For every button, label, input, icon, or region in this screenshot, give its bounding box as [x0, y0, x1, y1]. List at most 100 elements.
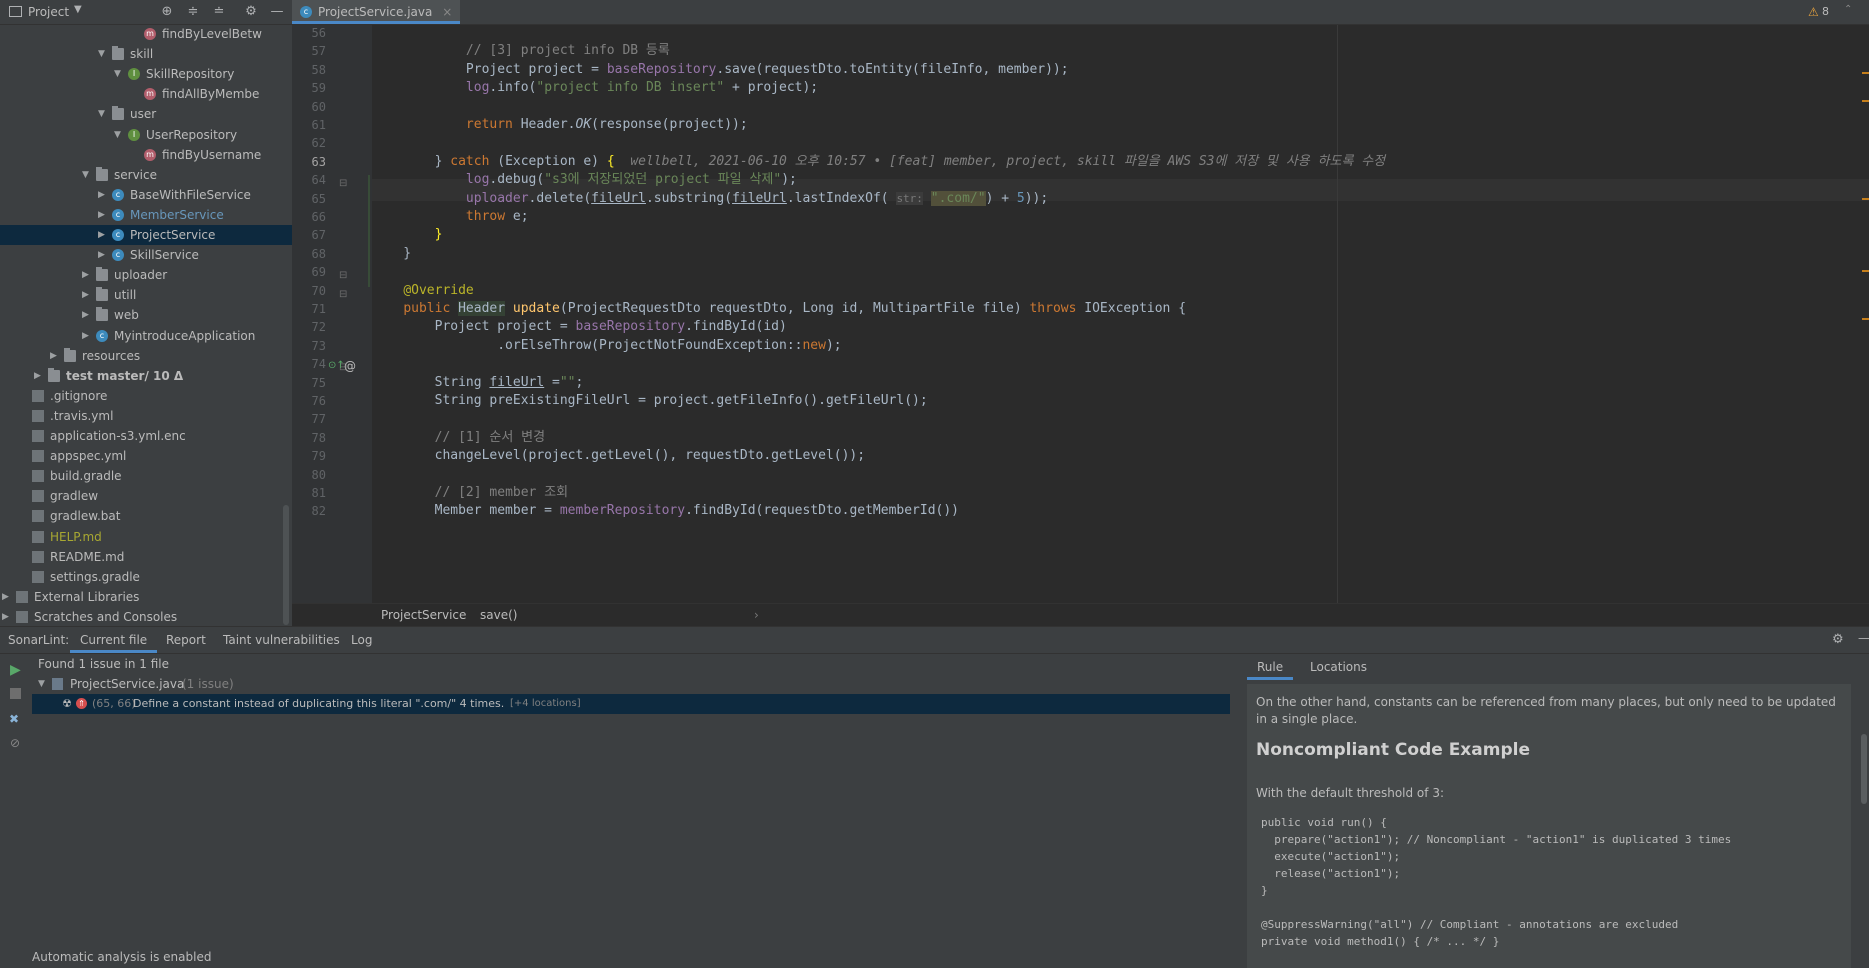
tab-log[interactable]: Log [351, 627, 372, 653]
tree-item[interactable]: ▼ skill [0, 44, 292, 64]
fold-icon[interactable]: ⊟ [339, 178, 347, 189]
gear-icon[interactable]: ⚙ [1832, 632, 1844, 647]
code-line[interactable]: .orElseThrow(ProjectNotFoundException::n… [372, 335, 841, 357]
tree-item-label: user [130, 107, 157, 122]
chevron-right-icon[interactable]: ▶ [98, 245, 108, 265]
chevron-right-icon[interactable]: ▶ [82, 326, 92, 346]
tree-item[interactable]: ▶ c ProjectService [0, 225, 292, 245]
code-line[interactable]: Member member = memberRepository.findByI… [372, 500, 959, 522]
chevron-down-icon[interactable]: ▼ [98, 104, 108, 124]
chevron-right-icon[interactable]: ▶ [82, 305, 92, 325]
fold-icon[interactable]: ⊟ [339, 270, 347, 281]
override-icon[interactable]: ⊙↑ [328, 360, 345, 371]
breadcrumb-item-class[interactable]: ProjectService [381, 608, 466, 622]
issue-extra-locations[interactable]: [+4 locations] [510, 694, 581, 714]
tree-item[interactable]: ▼ user [0, 104, 292, 124]
chevron-down-icon[interactable]: ▼ [114, 64, 124, 84]
project-scrollbar[interactable] [283, 505, 289, 625]
tree-item[interactable]: gradlew [0, 486, 292, 506]
tree-item[interactable]: ▶ utill [0, 285, 292, 305]
warning-icon[interactable]: ⚠ [1808, 5, 1819, 19]
tab-projectservice-java[interactable]: c ProjectService.java × [292, 0, 461, 24]
tree-item[interactable]: m findAllByMembe [0, 84, 292, 104]
vcs-change-marker[interactable] [368, 175, 370, 287]
tab-current-file[interactable]: Current file [70, 627, 158, 653]
stop-icon[interactable] [10, 688, 21, 699]
settings-tool-icon[interactable]: ✖ [9, 712, 19, 726]
clear-icon[interactable]: ⊘ [10, 736, 20, 750]
tree-item[interactable]: settings.gradle [0, 567, 292, 587]
chevron-down-icon[interactable]: ▼ [82, 165, 92, 185]
tree-item[interactable]: application-s3.yml.enc [0, 426, 292, 446]
code-line[interactable]: changeLevel(project.getLevel(), requestD… [372, 445, 865, 467]
warning-count[interactable]: 8 [1822, 5, 1829, 18]
locate-icon[interactable]: ⊕ [158, 3, 176, 21]
chevron-right-icon[interactable]: ▶ [98, 205, 108, 225]
tree-item[interactable]: m findByUsername [0, 145, 292, 165]
tree-item[interactable]: HELP.md [0, 527, 292, 547]
code-line[interactable]: String preExistingFileUrl = project.getF… [372, 390, 928, 412]
project-title[interactable]: Project [28, 5, 69, 19]
collapse-all-icon[interactable]: ≐ [210, 3, 228, 21]
line-number[interactable]: 82 [292, 500, 326, 522]
tree-item[interactable]: build.gradle [0, 466, 292, 486]
tree-item[interactable]: ▶ c BaseWithFileService [0, 185, 292, 205]
code-line[interactable]: log.info("project info DB insert" + proj… [372, 77, 818, 99]
tab-locations[interactable]: Locations [1310, 654, 1367, 680]
tree-item[interactable]: appspec.yml [0, 446, 292, 466]
chevron-down-icon[interactable]: ▼ [98, 44, 108, 64]
issue-file-row[interactable]: ▼ ProjectService.java (1 issue) [32, 674, 1230, 694]
expand-all-icon[interactable]: ≑ [184, 3, 202, 21]
tree-item[interactable]: ▶ Scratches and Consoles [0, 607, 292, 626]
tree-item[interactable]: ▼ service [0, 165, 292, 185]
chevron-up-icon[interactable]: ⌃ [1844, 4, 1852, 15]
chevron-right-icon[interactable]: ▶ [82, 265, 92, 285]
rule-scrollbar[interactable] [1861, 734, 1867, 804]
close-icon[interactable]: × [442, 5, 452, 19]
code-editor[interactable]: // [3] project info DB 등록 Project projec… [372, 25, 1869, 603]
tree-item[interactable]: .travis.yml [0, 406, 292, 426]
tree-item[interactable]: ▶ web [0, 305, 292, 325]
status-text: Automatic analysis is enabled [32, 950, 212, 964]
tree-item[interactable]: ▶ c MyintroduceApplication [0, 326, 292, 346]
tree-item[interactable]: m findByLevelBetw [0, 24, 292, 44]
chevron-down-icon[interactable]: ▼ [38, 674, 45, 694]
rule-heading: Noncompliant Code Example [1256, 740, 1530, 760]
tree-item[interactable]: ▼ I SkillRepository [0, 64, 292, 84]
tree-item[interactable]: ▶ c SkillService [0, 245, 292, 265]
chevron-down-icon[interactable]: ▼ [114, 125, 124, 145]
folder-icon [64, 347, 76, 362]
chevron-right-icon[interactable]: ▶ [98, 225, 108, 245]
tree-item[interactable]: ▶ External Libraries [0, 587, 292, 607]
tree-item[interactable]: .gitignore [0, 386, 292, 406]
interface-icon: I [128, 68, 140, 81]
chevron-right-icon[interactable]: ▶ [50, 346, 60, 366]
tab-taint-vulnerabilities[interactable]: Taint vulnerabilities [223, 627, 340, 653]
gear-icon[interactable]: ⚙ [242, 3, 260, 21]
chevron-down-icon[interactable]: ▼ [74, 4, 82, 15]
fold-icon[interactable]: ⊟ [339, 289, 347, 300]
tree-item[interactable]: ▶ uploader [0, 265, 292, 285]
minimize-icon[interactable]: — [1858, 631, 1869, 645]
issue-row[interactable]: ☢ ⇑ (65, 66) Define a constant instead o… [32, 694, 1230, 714]
tree-item[interactable]: ▼ I UserRepository [0, 125, 292, 145]
tab-report[interactable]: Report [166, 627, 206, 653]
chevron-right-icon[interactable]: ▶ [82, 285, 92, 305]
code-line[interactable]: } [372, 243, 411, 265]
minimize-icon[interactable]: — [268, 3, 286, 21]
chevron-right-icon[interactable]: ▶ [34, 366, 44, 386]
chevron-right-icon[interactable]: ▶ [2, 587, 12, 607]
run-analysis-icon[interactable]: ▶ [10, 662, 21, 678]
chevron-right-icon[interactable]: ▶ [2, 607, 12, 626]
tree-item[interactable]: ▶ c MemberService [0, 205, 292, 225]
tab-rule[interactable]: Rule [1247, 654, 1294, 680]
tree-item[interactable]: README.md [0, 547, 292, 567]
file-icon [32, 570, 44, 583]
tree-item[interactable]: ▶ test master/ 10 Δ [0, 366, 292, 386]
breadcrumb-item-method[interactable]: save() [480, 608, 517, 622]
code-line[interactable]: return Header.OK(response(project)); [372, 114, 748, 136]
chevron-right-icon[interactable]: ▶ [98, 185, 108, 205]
tree-item[interactable]: gradlew.bat [0, 506, 292, 526]
tree-item[interactable]: ▶ resources [0, 346, 292, 366]
file-icon [32, 430, 44, 442]
